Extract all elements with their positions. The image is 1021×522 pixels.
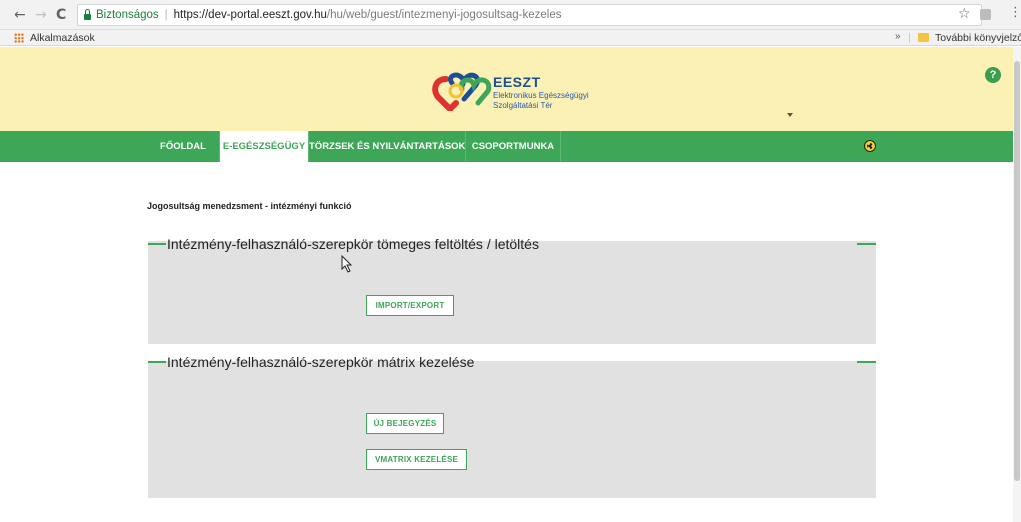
bookmark-star-icon[interactable]: ☆ <box>958 6 971 22</box>
scrollbar[interactable] <box>1013 47 1021 522</box>
apps-grid-icon[interactable] <box>14 33 24 43</box>
other-bookmarks[interactable]: További könyvjelzők <box>935 32 1021 44</box>
vmatrix-manage-button[interactable]: VMATRIX KEZELÉSE <box>366 449 467 470</box>
panel-heading-line <box>857 361 876 363</box>
nav-item-e-egeszsegugy[interactable]: E-EGÉSZSÉGÜGY <box>220 131 308 162</box>
secure-label: Biztonságos <box>96 9 159 21</box>
panel-heading-line <box>857 243 876 245</box>
mouse-pointer-icon <box>341 255 353 273</box>
bookmarks-overflow-icon[interactable]: » <box>895 31 901 42</box>
browser-toolbar: ← → C Biztonságos | https://dev-portal.e… <box>0 0 1021 30</box>
panel-heading-line <box>148 243 166 245</box>
bookmarks-bar: Alkalmazások » További könyvjelzők <box>0 30 1021 46</box>
reload-icon[interactable]: C <box>56 8 66 22</box>
panel-heading: Intézmény-felhasználó-szerepkör mátrix k… <box>167 354 475 370</box>
address-bar[interactable]: Biztonságos | https://dev-portal.eeszt.g… <box>77 4 982 26</box>
url-path: /hu/web/guest/intezmenyi-jogosultsag-kez… <box>326 9 562 21</box>
panel-matrix <box>148 361 876 498</box>
main-nav: FŐOLDAL E-EGÉSZSÉGÜGY TÖRZSEK ÉS NYILVÁN… <box>0 131 1013 162</box>
url-separator: | <box>164 9 168 21</box>
nav-item-fooldal[interactable]: FŐOLDAL <box>147 131 219 162</box>
extension-icon[interactable] <box>980 9 991 20</box>
lock-icon <box>84 8 91 20</box>
browser-menu-icon[interactable]: ⋮ <box>1009 5 1021 20</box>
page-title: Jogosultság menedzsment - intézményi fun… <box>147 201 352 211</box>
chevron-down-icon[interactable] <box>787 113 793 117</box>
nav-divider <box>560 131 561 162</box>
help-icon[interactable]: ? <box>985 67 1001 83</box>
back-icon[interactable]: ← <box>14 8 26 22</box>
site-header: EESZT Elektronikus Egészségügyi Szolgált… <box>0 47 1013 131</box>
brand-title: EESZT <box>493 74 541 90</box>
eeszt-logo-icon[interactable] <box>432 69 496 111</box>
import-export-button[interactable]: IMPORT/EXPORT <box>366 295 454 316</box>
new-entry-button[interactable]: ÚJ BEJEGYZÉS <box>366 413 444 434</box>
apps-bookmark[interactable]: Alkalmazások <box>30 32 95 44</box>
nav-item-csoportmunka[interactable]: CSOPORTMUNKA <box>466 131 560 162</box>
forward-icon[interactable]: → <box>35 8 47 22</box>
folder-icon <box>918 33 929 42</box>
nav-item-torzsek[interactable]: TÖRZSEK ÉS NYILVÁNTARTÁSOK <box>309 131 465 162</box>
panel-bulk-upload <box>148 241 876 344</box>
scrollbar-thumb[interactable] <box>1014 61 1020 481</box>
brand-subtitle-line2: Szolgáltatási Tér <box>493 101 553 110</box>
brand-subtitle-line1: Elektronikus Egészségügyi <box>493 91 589 100</box>
brand-subtitle: Elektronikus Egészségügyi Szolgáltatási … <box>493 91 589 111</box>
url-host: https://dev-portal.eeszt.gov.hu <box>173 9 327 21</box>
accessibility-icon[interactable] <box>864 140 876 152</box>
panel-heading: Intézmény-felhasználó-szerepkör tömeges … <box>167 236 539 252</box>
bookmarks-divider <box>909 33 910 43</box>
panel-heading-line <box>148 361 166 363</box>
